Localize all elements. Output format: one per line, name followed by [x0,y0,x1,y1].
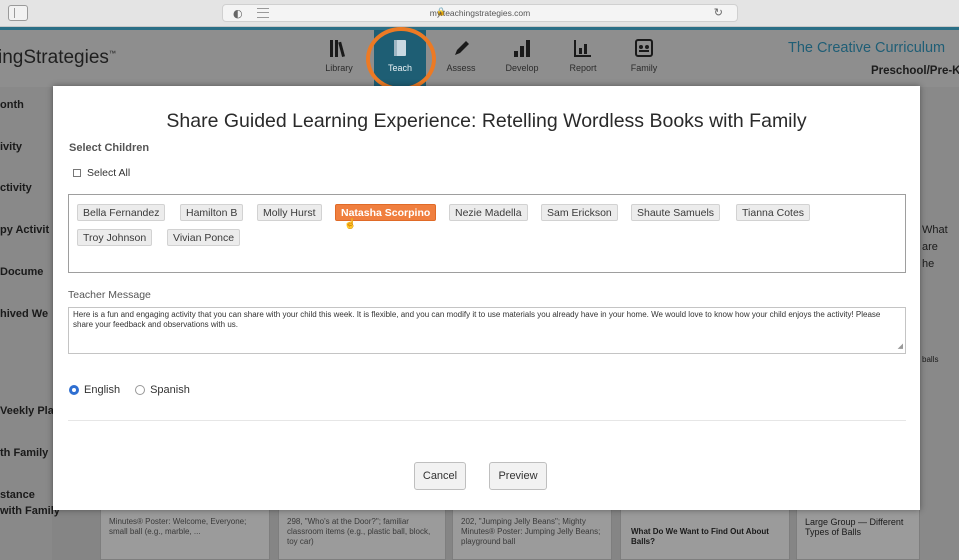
browser-toolbar: ◐ 🔒 my.teachingstrategies.com ↻ [0,0,959,27]
cancel-button[interactable]: Cancel [414,462,466,490]
nav-report[interactable]: Report [555,33,611,73]
checkbox-icon[interactable] [73,169,81,177]
address-bar[interactable]: ◐ 🔒 my.teachingstrategies.com ↻ [222,4,738,22]
teacher-message-text: Here is a fun and engaging activity that… [73,310,881,329]
language-english-label: English [84,384,121,396]
family-icon [635,39,653,57]
nav-develop-label: Develop [505,63,539,73]
card-text: 298, "Who's at the Door?"; familiar clas… [287,517,431,546]
child-chip[interactable]: Bella Fernandez [77,204,166,221]
right-panel [920,87,959,560]
child-chip[interactable]: Sam Erickson [541,204,618,221]
child-chip[interactable]: Vivian Ponce [167,229,241,246]
child-chip[interactable]: Tianna Cotes [736,204,811,221]
teacher-message-textarea[interactable]: Here is a fun and engaging activity that… [68,307,906,354]
sidebar-item[interactable]: ctivity [0,182,32,194]
nav-library-label: Library [325,63,353,73]
nav-develop[interactable]: Develop [494,33,550,73]
resize-grip-icon[interactable]: ◢ [898,342,903,352]
right-text: he [922,258,935,270]
nav-assess-label: Assess [446,63,476,73]
nav-family[interactable]: Family [616,33,672,73]
mouse-cursor-icon: ☝ [344,219,357,230]
language-english-option[interactable]: English [69,384,120,396]
child-chip[interactable]: Molly Hurst [257,204,322,221]
library-icon [330,40,346,57]
child-chip[interactable]: Nezie Madella [449,204,528,221]
select-children-label: Select Children [69,142,150,154]
children-selector: Bella Fernandez Hamilton B Molly Hurst N… [68,194,906,273]
card-text: 202, "Jumping Jelly Beans"; Mighty Minut… [461,517,601,546]
reload-icon[interactable]: ↻ [714,6,723,19]
share-modal: Share Guided Learning Experience: Retell… [53,86,920,510]
sidebar-item[interactable]: ivity [0,141,22,153]
highlight-ring [366,27,436,91]
sidebar-item[interactable]: Docume [0,266,43,278]
language-spanish-label: Spanish [150,384,190,396]
right-text: balls [922,355,939,364]
curriculum-subtitle: Preschool/Pre-K [871,65,959,77]
pencil-icon [455,41,469,55]
curriculum-title: The Creative Curriculum [788,40,946,56]
right-text: What [922,224,948,236]
radio-icon[interactable] [135,385,146,395]
brand-text: ingStrategies [0,47,109,68]
modal-title: Share Guided Learning Experience: Retell… [166,110,807,132]
card-text: Large Group — Different Types of Balls [805,517,904,537]
report-icon [574,40,591,57]
teacher-message-label: Teacher Message [68,289,151,301]
nav-report-label: Report [569,63,597,73]
radio-selected-icon[interactable] [69,385,79,395]
url-text[interactable]: my.teachingstrategies.com [223,8,737,18]
brand-tm: ™ [108,50,116,58]
language-spanish-option[interactable]: Spanish [135,384,190,396]
sidebar-item[interactable]: hived We [0,308,48,320]
select-all-checkbox[interactable]: Select All [73,167,130,179]
language-radio-group: English Spanish [69,384,205,396]
child-chip[interactable]: Shaute Samuels [631,204,721,221]
header-accent-line [0,27,959,30]
nav-library[interactable]: Library [311,33,367,73]
card-text: Minutes® Poster: Welcome, Everyone; smal… [109,517,247,536]
sidebar-toggle-icon[interactable] [8,5,28,21]
sidebar-item[interactable]: py Activit [0,224,49,236]
sidebar-item[interactable]: onth [0,99,24,111]
child-chip[interactable]: Troy Johnson [77,229,153,246]
sidebar-item[interactable]: stance [0,489,35,501]
preview-button[interactable]: Preview [489,462,547,490]
bar-chart-icon [514,40,530,57]
brand-logo: ingStrategies™ [0,47,116,69]
right-text: are [922,241,938,253]
divider [68,420,906,421]
nav-family-label: Family [630,63,658,73]
card-text: What Do We Want to Find Out About Balls? [631,527,769,546]
sidebar-item[interactable]: th Family [0,447,48,459]
nav-assess[interactable]: Assess [433,33,489,73]
sidebar-item[interactable]: with Family [0,505,60,517]
select-all-label: Select All [87,167,131,179]
sidebar-item[interactable]: Veekly Pla [0,405,54,417]
child-chip[interactable]: Hamilton B [180,204,244,221]
